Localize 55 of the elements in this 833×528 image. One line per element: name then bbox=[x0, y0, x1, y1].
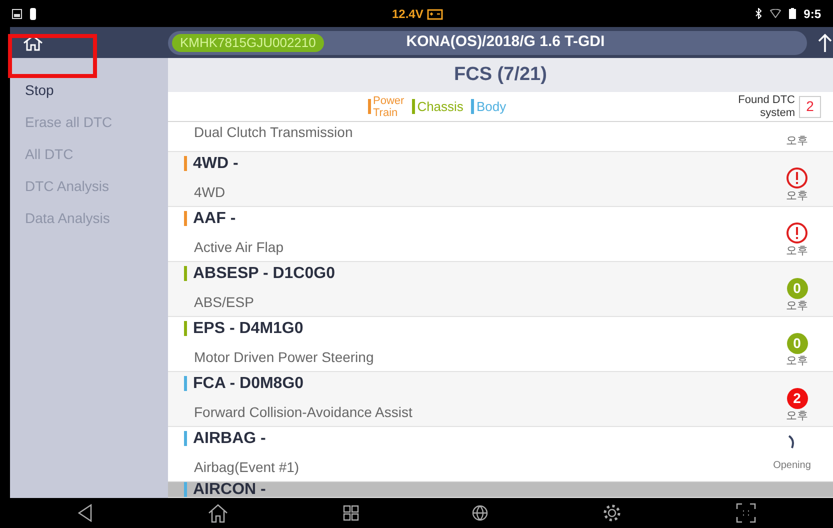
system-row[interactable]: AIRCON - bbox=[168, 482, 833, 498]
system-description: Airbag(Event #1) bbox=[193, 458, 300, 477]
found-dtc-count: 2 bbox=[799, 96, 821, 118]
warning-icon bbox=[786, 222, 808, 244]
dtc-count-badge: 0 bbox=[786, 333, 808, 354]
system-name: 4WD - bbox=[193, 156, 238, 172]
system-name: EPS - D4M1G0 bbox=[193, 320, 304, 336]
loading-spinner-icon bbox=[788, 435, 796, 449]
status-text: Opening bbox=[773, 459, 811, 473]
warning-icon bbox=[786, 167, 808, 189]
time-label: 오후 bbox=[786, 190, 808, 202]
system-name: AIRCON - bbox=[193, 482, 266, 497]
system-description: Dual Clutch Transmission bbox=[193, 123, 354, 142]
system-name: ABSESP - D1C0G0 bbox=[193, 266, 335, 282]
system-description: ABS/ESP bbox=[193, 292, 255, 312]
dtc-count-badge: 2 bbox=[786, 388, 808, 409]
legend-label: Chassis bbox=[417, 100, 464, 112]
battery-icon bbox=[788, 8, 796, 19]
time-label: 오후 bbox=[786, 355, 808, 367]
system-description: Forward Collision-Avoidance Assist bbox=[193, 402, 414, 422]
found-dtc-label: Found DTC system bbox=[738, 94, 795, 120]
vehicle-model: KONA(OS)/2018/G 1.6 T-GDI bbox=[405, 32, 606, 52]
time-label: 오후 bbox=[786, 410, 808, 422]
sidebar-item[interactable]: Stop bbox=[10, 74, 168, 106]
system-description: Motor Driven Power Steering bbox=[193, 348, 375, 367]
clock: 9:5 bbox=[804, 6, 821, 22]
settings-icon[interactable] bbox=[602, 503, 622, 523]
globe-icon[interactable] bbox=[472, 505, 488, 521]
system-row[interactable]: FCA - D0M8G0 Forward Collision-Avoidance Assist 2 오후 bbox=[168, 372, 833, 427]
system-row[interactable]: 4WD - 4WD 오후 bbox=[168, 152, 833, 207]
system-name: AIRBAG - bbox=[193, 430, 266, 446]
dtc-count-badge: 0 bbox=[786, 278, 808, 299]
image-icon bbox=[12, 8, 22, 18]
voltage-reading: 12.4V bbox=[392, 6, 424, 22]
car-battery-icon bbox=[427, 8, 444, 20]
system-name: FCA - D0M8G0 bbox=[193, 376, 304, 392]
time-label: 오후 bbox=[786, 300, 808, 312]
screenshot-icon[interactable] bbox=[736, 503, 756, 523]
grid-icon[interactable] bbox=[342, 505, 359, 521]
legend-label: Power Train bbox=[373, 94, 404, 118]
back-icon[interactable] bbox=[76, 504, 93, 522]
bluetooth-icon bbox=[754, 8, 762, 19]
time-label: 오후 bbox=[786, 245, 808, 257]
vin-badge: KMHK7815GJU002210 bbox=[172, 34, 324, 52]
time-label: 오후 bbox=[786, 135, 808, 147]
system-description: 4WD bbox=[193, 182, 226, 202]
wifi-icon bbox=[770, 9, 781, 18]
home-icon[interactable] bbox=[206, 503, 229, 523]
legend-label: Body bbox=[476, 100, 506, 112]
system-name: AAF - bbox=[193, 210, 236, 226]
battery-small-icon bbox=[30, 8, 36, 20]
screen-title: FCS (7/21) bbox=[454, 62, 547, 87]
system-row[interactable]: ABSESP - D1C0G0 ABS/ESP 0 오후 bbox=[168, 262, 833, 317]
upload-icon bbox=[817, 32, 833, 52]
system-description: Active Air Flap bbox=[193, 238, 284, 257]
